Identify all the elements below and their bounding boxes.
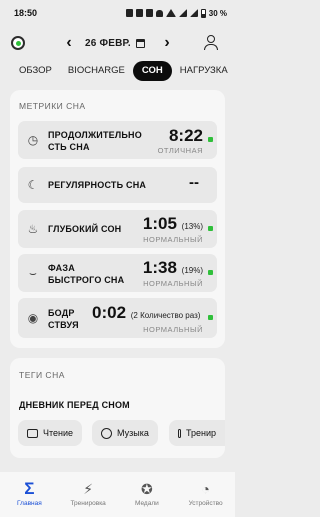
status-icons: 30 % [125, 8, 227, 18]
sigma-icon: Σ [24, 479, 35, 498]
metric-deep-sleep-label: ГЛУБОКИЙ СОН [48, 224, 122, 234]
metric-rem-status: НОРМАЛЬНЫЙ [143, 279, 203, 288]
metric-rem-value: 1:38 (19%) [142, 258, 203, 277]
tag-chip-label: Тренир [185, 428, 216, 438]
running-icon: ⚡ [83, 481, 94, 497]
metric-deep-sleep-status: НОРМАЛЬНЫЙ [143, 235, 203, 244]
nav-workout[interactable]: ⚡ Тренировка [59, 481, 117, 507]
metric-duration[interactable]: ◷ ПРОДОЛЖИТЕЛЬНО СТЬ СНА 8:22 ОТЛИЧНАЯ [18, 121, 217, 159]
nav-label: Тренировка [70, 500, 106, 507]
status-bar: 18:50 30 % [0, 0, 235, 26]
status-dot [208, 315, 213, 320]
metric-regularity-label: РЕГУЛЯРНОСТЬ СНА [48, 180, 147, 190]
nav-device[interactable]: ◔ Устройство [177, 481, 235, 507]
profile-icon[interactable] [204, 35, 218, 51]
metric-duration-value: 8:22 [168, 126, 203, 145]
status-dot [208, 137, 213, 142]
nav-home[interactable]: Σ Главная [0, 479, 58, 507]
calendar-icon [135, 38, 145, 48]
wifi-icon [165, 9, 176, 17]
open-eye-icon: ◉ [27, 311, 39, 325]
sleep-tags-card: ТЕГИ СНА ДНЕВНИК ПЕРЕД СНОМ Чтение Музык… [10, 358, 225, 458]
top-bar: ‹ 26 ФЕВР. › [0, 28, 235, 58]
status-dot [208, 270, 213, 275]
tag-chip-music[interactable]: Музыка [92, 420, 158, 446]
metric-regularity[interactable]: ☾ РЕГУЛЯРНОСТЬ СНА -- [18, 167, 217, 203]
device-status-icon[interactable] [11, 36, 25, 50]
pre-sleep-diary-title: ДНЕВНИК ПЕРЕД СНОМ [19, 400, 130, 410]
deep-sleep-icon: ♨ [27, 222, 39, 236]
metric-awake-value: 0:02 (2 Количество раз) [92, 303, 201, 322]
section-title-tags: ТЕГИ СНА [19, 370, 65, 380]
tab-bar: ОБЗОР BIOCHARGE СОН НАГРУЗКА [0, 61, 235, 81]
battery-icon [200, 8, 206, 18]
nav-label: Главная [17, 500, 42, 507]
metric-awake[interactable]: ◉ БОДР СТВУЯ 0:02 (2 Количество раз) НОРМ… [18, 298, 217, 338]
date-picker[interactable]: 26 ФЕВР. [85, 34, 145, 52]
section-title-metrics: МЕТРИКИ СНА [19, 101, 86, 111]
book-icon [27, 428, 38, 438]
tag-chip-reading[interactable]: Чтение [18, 420, 83, 446]
notification-icon [125, 9, 133, 17]
metric-rem[interactable]: ⌣ ФАЗА БЫСТРОГО СНА 1:38 (19%) НОРМАЛЬНЫЙ [18, 254, 217, 292]
nav-label: Медали [134, 500, 159, 507]
metric-awake-label: БОДР СТВУЯ [48, 308, 79, 330]
alarm-icon [155, 9, 163, 17]
metric-regularity-value: -- [189, 174, 199, 191]
prev-date-button[interactable]: ‹ [62, 34, 76, 52]
tab-load[interactable]: НАГРУЗКА [172, 61, 236, 81]
tag-chip-label: Чтение [43, 428, 74, 438]
medal-icon: ✪ [141, 481, 153, 497]
signal-icon [178, 9, 187, 17]
date-label: 26 ФЕВР. [85, 37, 131, 49]
next-date-button[interactable]: › [160, 34, 174, 52]
closed-eye-icon: ⌣ [29, 266, 37, 280]
metric-duration-status: ОТЛИЧНАЯ [157, 146, 203, 155]
clock-z-icon: ◷ [27, 133, 39, 147]
metric-duration-label: ПРОДОЛЖИТЕЛЬНО СТЬ СНА [48, 130, 142, 152]
moon-stars-icon: ☾ [27, 178, 39, 192]
status-dot [208, 226, 213, 231]
watch-icon: ◔ [201, 481, 210, 497]
battery-percent: 30 % [208, 8, 227, 18]
nav-medals[interactable]: ✪ Медали [118, 481, 176, 507]
sleep-metrics-card: МЕТРИКИ СНА ◷ ПРОДОЛЖИТЕЛЬНО СТЬ СНА 8:22… [10, 90, 225, 348]
dumbbell-icon [178, 428, 181, 438]
tab-sleep[interactable]: СОН [132, 61, 172, 81]
tag-chip-workout[interactable]: Тренир [169, 420, 225, 446]
nav-label: Устройство [188, 500, 223, 507]
metric-deep-sleep[interactable]: ♨ ГЛУБОКИЙ СОН 1:05 (13%) НОРМАЛЬНЫЙ [18, 210, 217, 248]
headphones-icon [101, 427, 112, 439]
signal-icon-2 [189, 9, 198, 17]
metric-rem-label: ФАЗА БЫСТРОГО СНА [48, 263, 125, 285]
metric-awake-status: НОРМАЛЬНЫЙ [143, 325, 203, 334]
tab-overview[interactable]: ОБЗОР [0, 61, 60, 81]
vibrate-icon [145, 9, 153, 17]
tag-chip-label: Музыка [117, 428, 149, 438]
bottom-nav: Σ Главная ⚡ Тренировка ✪ Медали ◔ Устрой… [0, 472, 235, 517]
tab-biocharge[interactable]: BIOCHARGE [60, 61, 133, 81]
metric-deep-sleep-value: 1:05 (13%) [142, 214, 203, 233]
status-time: 18:50 [14, 8, 38, 18]
bluetooth-icon [135, 9, 143, 17]
